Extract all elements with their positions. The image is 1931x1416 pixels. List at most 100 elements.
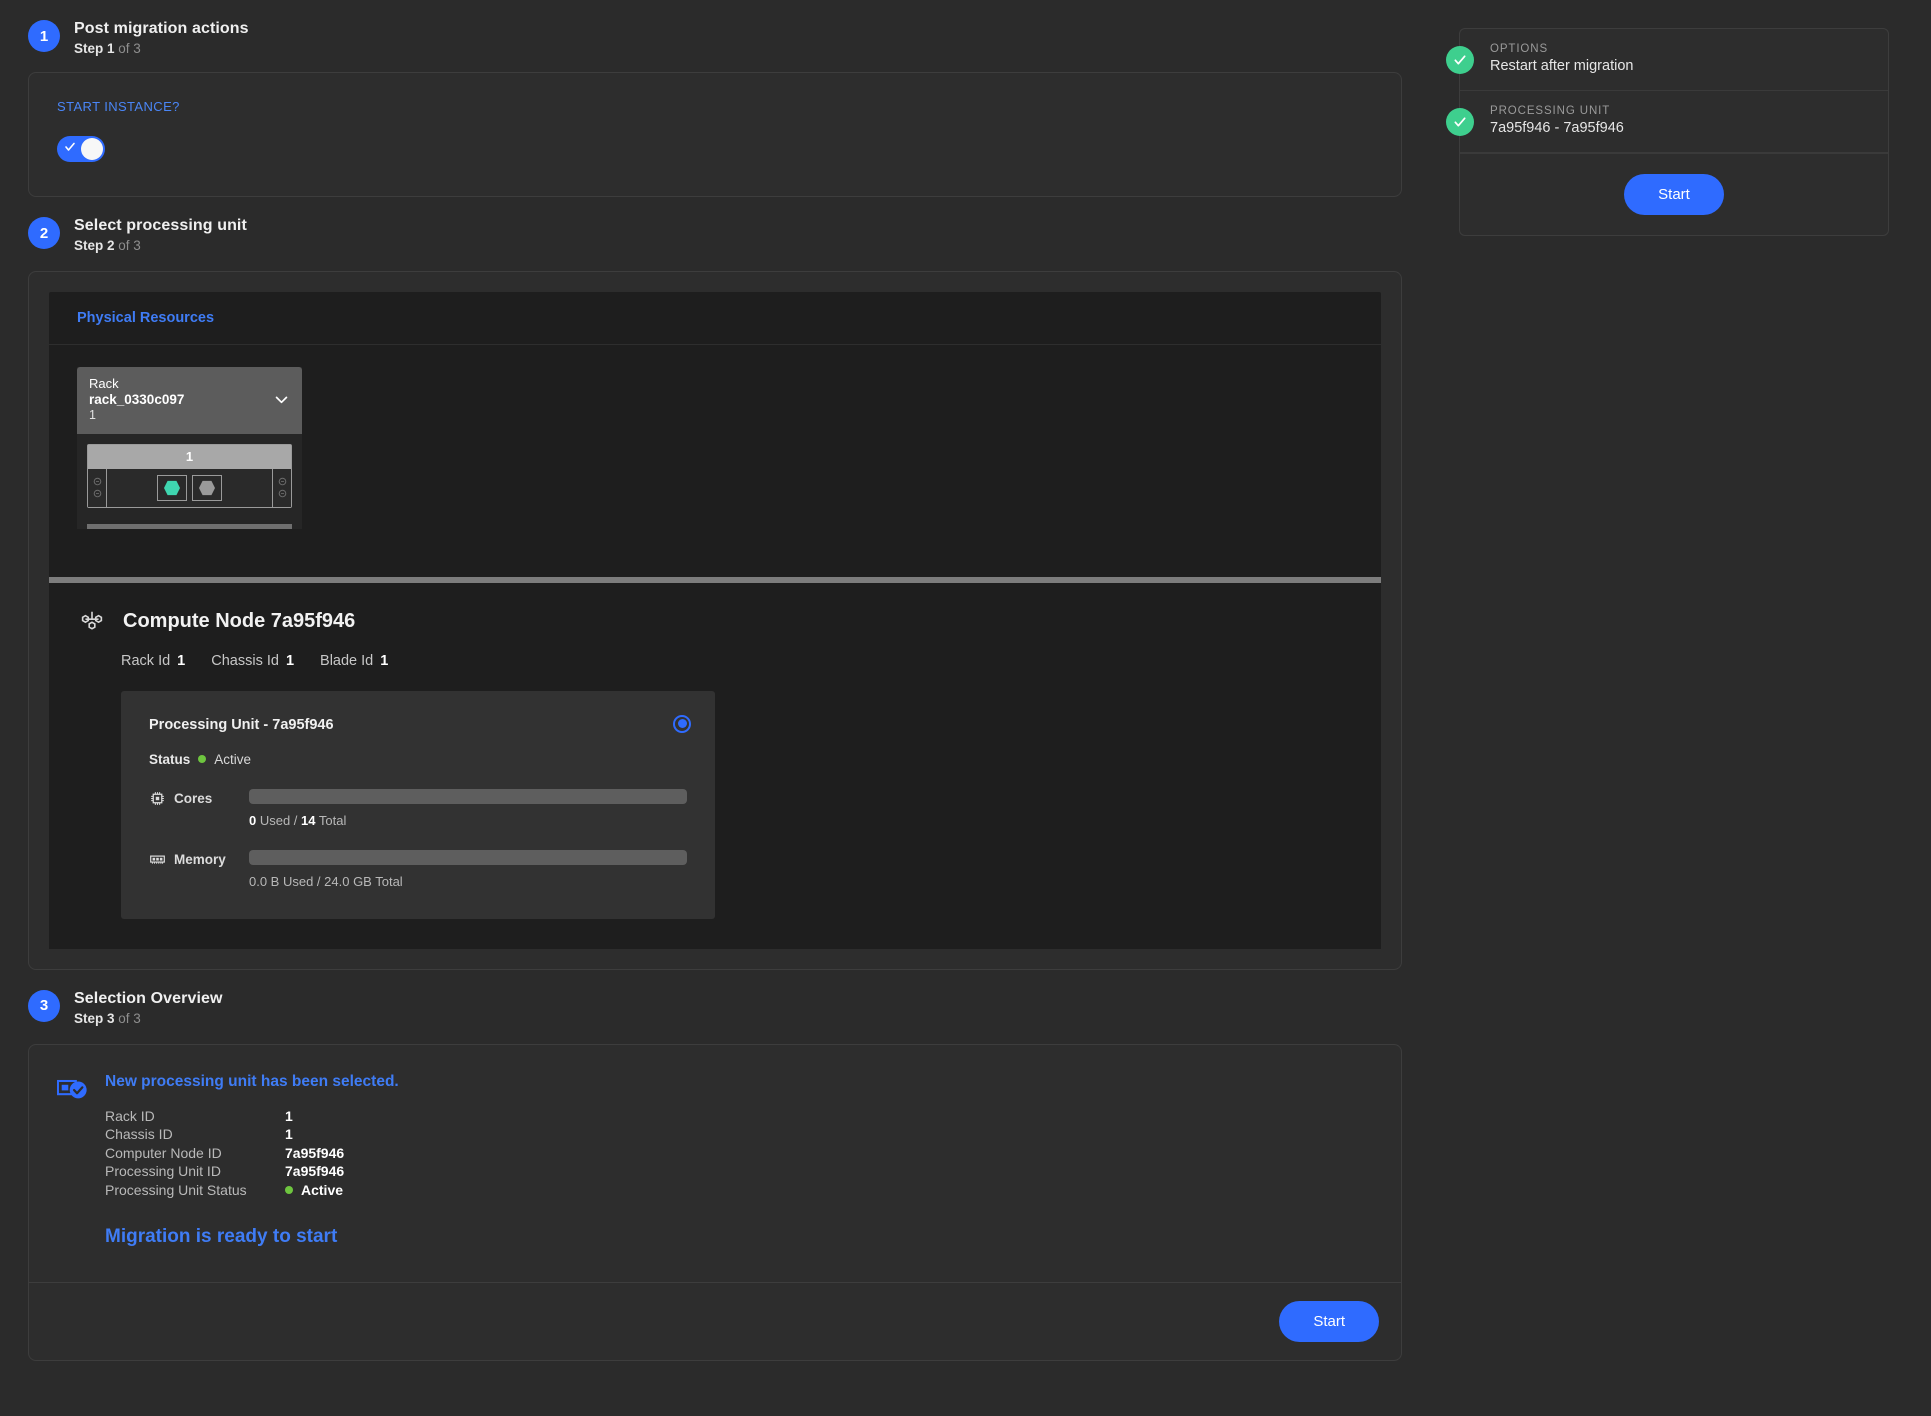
- step-2-card: Physical Resources Rack rack_0330c097 1: [28, 271, 1402, 970]
- selection-overview-body: New processing unit has been selected. R…: [29, 1045, 1401, 1282]
- processing-unit-card[interactable]: Processing Unit - 7a95f946 Status Active: [121, 690, 715, 919]
- processing-unit-radio[interactable]: [673, 714, 691, 733]
- step-2-badge: 2: [28, 217, 60, 249]
- cores-usage-text: 0 Used / 14 Total: [249, 813, 687, 828]
- step-3-card: New processing unit has been selected. R…: [28, 1043, 1402, 1361]
- status-dot-icon: [285, 1186, 293, 1195]
- chassis-id-value: 1: [285, 652, 295, 669]
- detail-key: Processing Unit ID: [105, 1163, 221, 1180]
- cores-progress-bar: [249, 788, 687, 804]
- summary-panel: OPTIONS Restart after migration PROCESSI…: [1446, 28, 1889, 236]
- chevron-down-icon[interactable]: [273, 391, 290, 408]
- detail-key: Chassis ID: [105, 1126, 173, 1143]
- list-item: Chassis ID 1: [105, 1125, 399, 1144]
- step-3-title: Selection Overview: [74, 989, 223, 1007]
- check-circle-icon: [1446, 45, 1474, 74]
- step-3-header: 3 Selection Overview Step 3 of 3: [0, 970, 1430, 1036]
- rack-screw-icon: [278, 477, 286, 486]
- summary-row-text: OPTIONS Restart after migration: [1490, 43, 1633, 74]
- physical-resources-panel: Physical Resources Rack rack_0330c097 1: [49, 292, 1381, 949]
- start-button-bottom[interactable]: Start: [1279, 1300, 1379, 1342]
- chassis-row: [88, 468, 291, 507]
- blade-id-field: Blade Id 1: [320, 653, 388, 669]
- blade-slot-active[interactable]: [157, 474, 187, 501]
- detail-value: 7a95f946: [285, 1163, 345, 1180]
- step-1-card: START INSTANCE?: [28, 72, 1402, 197]
- rack-id-field: Rack Id 1: [121, 653, 185, 669]
- start-instance-section: START INSTANCE?: [29, 73, 1401, 196]
- step-1-step-of: of 3: [114, 41, 141, 56]
- chassis-id-label: Chassis Id: [211, 652, 279, 669]
- radio-inner-dot: [677, 719, 687, 729]
- check-circle-icon: [1446, 107, 1474, 136]
- list-item: Computer Node ID 7a95f946: [105, 1144, 399, 1163]
- list-item: Processing Unit ID 7a95f946: [105, 1162, 399, 1181]
- start-button-summary[interactable]: Start: [1624, 174, 1724, 215]
- compute-node-header: Compute Node 7a95f946: [77, 607, 1353, 637]
- memory-metric: Memory 0.0 B Used / 24.0 GB Total: [149, 849, 687, 889]
- step-2-subtitle: Step 2 of 3: [74, 238, 247, 253]
- processing-unit-status: Status Active: [149, 752, 687, 767]
- selection-details-list: Rack ID 1 Chassis ID 1 Computer Node ID …: [105, 1107, 399, 1200]
- memory-metric-body: 0.0 B Used / 24.0 GB Total: [249, 849, 687, 889]
- memory-icon: [150, 855, 165, 864]
- toggle-knob: [81, 138, 103, 160]
- physical-resources-title: Physical Resources: [49, 292, 1381, 345]
- check-icon: [1454, 116, 1466, 127]
- compute-node-title: Compute Node 7a95f946: [123, 610, 356, 633]
- summary-row-text: PROCESSING UNIT 7a95f946 - 7a95f946: [1490, 105, 1624, 136]
- blade-idle-icon: [199, 480, 215, 495]
- start-instance-toggle[interactable]: [57, 136, 105, 162]
- rack-id-value: 1: [177, 652, 186, 669]
- selection-overview-content: New processing unit has been selected. R…: [105, 1073, 399, 1248]
- processing-unit-title: Processing Unit - 7a95f946: [149, 716, 334, 733]
- step-3-badge: 3: [28, 989, 60, 1022]
- status-dot-icon: [198, 755, 207, 764]
- compute-node-ids: Rack Id 1 Chassis Id 1 Blade Id 1: [121, 653, 1353, 669]
- server-selected-icon: [57, 1079, 87, 1098]
- list-item: Rack ID 1: [105, 1107, 399, 1126]
- rack-horizontal-scrollbar[interactable]: [87, 523, 292, 529]
- migration-wizard-page: 1 Post migration actions Step 1 of 3 STA…: [0, 0, 1931, 1416]
- start-instance-label: START INSTANCE?: [57, 99, 180, 114]
- main-column: 1 Post migration actions Step 1 of 3 STA…: [0, 0, 1430, 1361]
- detail-value: 1: [285, 1107, 293, 1124]
- detail-value: Active: [301, 1182, 344, 1199]
- rack-widget[interactable]: Rack rack_0330c097 1 1: [77, 367, 302, 529]
- cores-used-suffix: Used /: [256, 812, 302, 828]
- summary-row-processing-unit: PROCESSING UNIT 7a95f946 - 7a95f946: [1446, 91, 1888, 153]
- step-3-titles: Selection Overview Step 3 of 3: [74, 988, 223, 1026]
- memory-label: Memory: [174, 851, 226, 867]
- rack-name: rack_0330c097: [89, 391, 185, 407]
- rack-selector[interactable]: Rack rack_0330c097 1: [77, 367, 302, 434]
- rack-body: 1: [77, 434, 302, 529]
- check-icon: [1454, 54, 1466, 65]
- step-1-title: Post migration actions: [74, 20, 249, 37]
- rack-id-label: Rack Id: [121, 652, 171, 669]
- check-icon: [65, 142, 75, 151]
- summary-key: OPTIONS: [1490, 43, 1549, 55]
- blade-slot-idle[interactable]: [192, 474, 222, 501]
- step-3-subtitle: Step 3 of 3: [74, 1011, 223, 1026]
- step-1-subtitle: Step 1 of 3: [74, 41, 249, 56]
- summary-key: PROCESSING UNIT: [1490, 105, 1611, 117]
- list-item: Processing Unit Status Active: [105, 1181, 399, 1200]
- summary-row-options: OPTIONS Restart after migration: [1446, 29, 1888, 91]
- detail-value-status: Active: [285, 1181, 343, 1200]
- summary-value: 7a95f946 - 7a95f946: [1490, 120, 1624, 136]
- blade-active-icon: [164, 480, 180, 495]
- chassis-unit[interactable]: 1: [87, 443, 292, 508]
- detail-key: Rack ID: [105, 1107, 155, 1124]
- detail-value: 7a95f946: [285, 1144, 345, 1161]
- memory-label-group: Memory: [149, 850, 249, 868]
- rack-selector-text: Rack rack_0330c097 1: [89, 376, 184, 424]
- step-1-badge: 1: [28, 20, 60, 52]
- blade-id-label: Blade Id: [320, 652, 374, 669]
- rack-area: Rack rack_0330c097 1 1: [49, 345, 1381, 559]
- rack-screw-icon: [278, 489, 286, 498]
- cores-total-value: 14: [301, 812, 316, 828]
- step-2-titles: Select processing unit Step 2 of 3: [74, 215, 247, 253]
- rack-screw-icon: [93, 477, 101, 486]
- step-2-step-label: Step 2: [74, 238, 115, 253]
- chassis-left-ear: [88, 468, 107, 507]
